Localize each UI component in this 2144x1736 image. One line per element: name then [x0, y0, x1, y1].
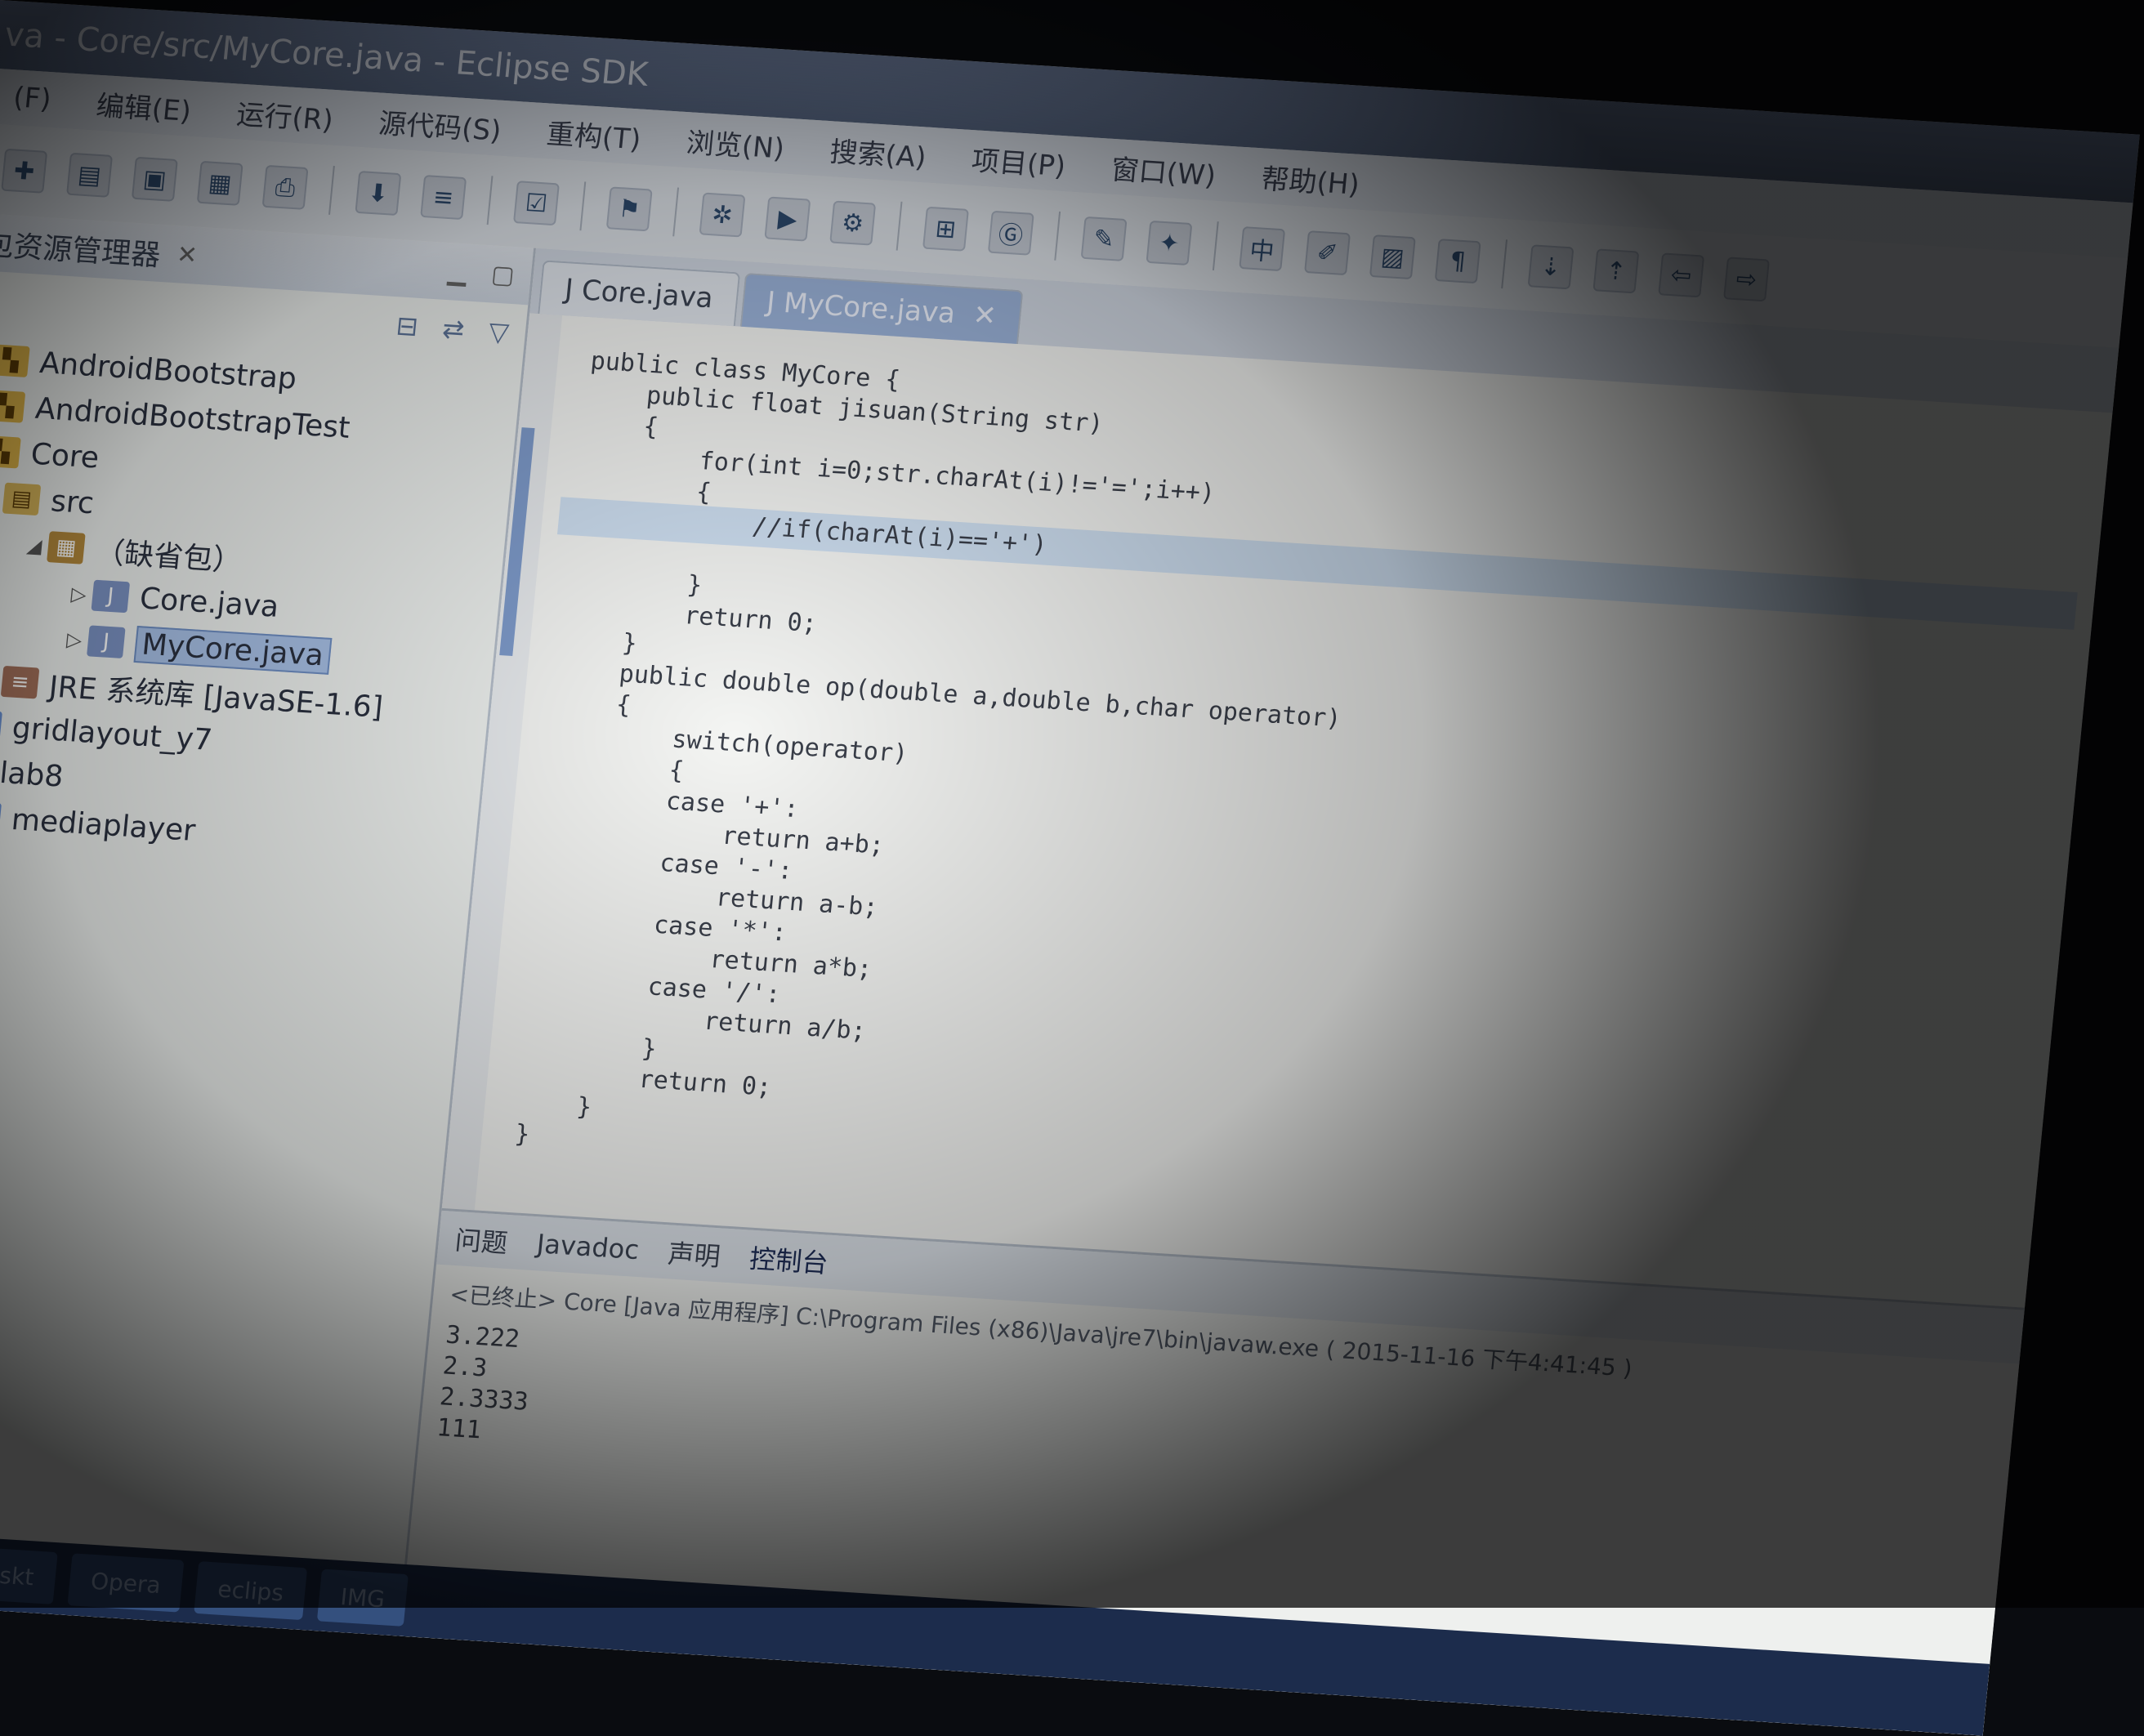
project-icon: ▚ — [0, 390, 26, 423]
expanded-chevron-icon[interactable]: ◢ — [20, 533, 50, 558]
view-menu-icon[interactable]: ▽ — [487, 315, 510, 347]
taskbar-item[interactable]: Deskt — [0, 1545, 58, 1604]
taskbar-item[interactable]: eclips — [194, 1561, 308, 1621]
tree-item-label: MyCore.java — [133, 625, 333, 675]
menu-navigate[interactable]: 浏览(N) — [685, 120, 787, 166]
menu-file[interactable]: (F) — [11, 81, 52, 116]
code-line: //if(charAt(i)=='+') — [574, 501, 1048, 560]
toolbar-separator — [579, 181, 587, 231]
collapse-all-icon[interactable]: ⊟ — [395, 310, 419, 342]
new-java-class-icon[interactable]: Ⓖ — [987, 210, 1034, 256]
toolbar-separator — [1212, 221, 1219, 270]
print-icon[interactable]: ⎙ — [261, 164, 309, 210]
show-whitespace-icon[interactable]: ¶ — [1434, 239, 1481, 284]
taskbar-item[interactable]: Opera — [67, 1553, 185, 1613]
menu-run[interactable]: 运行(R) — [235, 91, 336, 137]
build-icon[interactable]: ⬇ — [355, 171, 402, 216]
java-file-icon: J — [91, 579, 131, 614]
code-line: { — [549, 748, 686, 786]
search-icon[interactable]: ✦ — [1146, 220, 1193, 266]
code-line: { — [556, 686, 632, 721]
library-icon: ≡ — [0, 665, 40, 699]
tree-item-label: Core — [29, 437, 101, 475]
toolbar-separator — [486, 176, 494, 225]
task-icon[interactable]: ☑ — [512, 181, 560, 226]
code-line: { — [583, 408, 660, 442]
toolbar-separator — [1501, 239, 1508, 289]
tree-item-label: （缺省包） — [93, 535, 244, 578]
menu-edit[interactable]: 编辑(E) — [95, 83, 194, 128]
next-annotation-icon[interactable]: ⇣ — [1527, 244, 1574, 290]
code-line: } — [516, 1088, 593, 1122]
menu-search[interactable]: 搜索(A) — [829, 129, 928, 175]
code-line: } — [513, 1119, 531, 1149]
source-folder-icon: ▤ — [2, 482, 42, 516]
debug-icon[interactable]: ✲ — [699, 192, 746, 238]
code-line: } — [522, 1026, 659, 1064]
run-icon[interactable]: ▶ — [764, 196, 811, 242]
tree-item-label: gridlayout_y7 — [11, 711, 214, 757]
new-package-icon[interactable]: ⊞ — [922, 206, 969, 252]
project-icon: ▚ — [0, 435, 21, 469]
save-icon[interactable]: ▣ — [131, 156, 178, 202]
toolbar-separator — [328, 166, 335, 215]
taskbar-item[interactable]: IMG — [316, 1569, 409, 1627]
save-all-icon[interactable]: ▦ — [196, 160, 243, 206]
close-icon[interactable]: ✕ — [176, 240, 199, 270]
menu-help[interactable]: 帮助(H) — [1260, 156, 1362, 202]
package-explorer-title[interactable]: 包资源管理器 — [0, 221, 163, 274]
tab-label: MyCore.java — [782, 287, 957, 331]
build-all-icon[interactable]: ≡ — [420, 175, 467, 221]
tab-problems[interactable]: 问题 — [453, 1220, 509, 1261]
collapsed-chevron-icon[interactable]: ▷ — [64, 582, 94, 606]
java-perspective-icon[interactable]: 中 — [1239, 226, 1286, 272]
toolbar-separator — [1054, 211, 1061, 261]
link-with-editor-icon[interactable]: ⇄ — [441, 313, 466, 346]
eclipse-window: va - Core/src/MyCore.java - Eclipse SDK … — [0, 0, 2140, 1736]
menu-project[interactable]: 项目(P) — [970, 138, 1068, 184]
project-tree: ▚ AndroidBootstrap ▚ AndroidBootstrapTes… — [0, 327, 522, 871]
folder-icon: ▬ — [0, 709, 2, 743]
new-icon[interactable]: ✚ — [1, 148, 48, 194]
package-icon: ▦ — [47, 531, 86, 565]
tree-item-label: lab8 — [0, 756, 65, 794]
toolbar-separator — [672, 187, 680, 237]
toolbar-separator — [896, 201, 903, 251]
code-area[interactable]: public class MyCore { public float jisua… — [441, 313, 2113, 1307]
tab-declaration[interactable]: 声明 — [667, 1233, 722, 1274]
code-line: } — [568, 563, 704, 600]
new-class-icon[interactable]: ⚑ — [605, 186, 653, 232]
tree-item-label: src — [49, 484, 96, 520]
forward-icon[interactable]: ⇨ — [1723, 257, 1771, 302]
code-line: } — [561, 624, 639, 658]
tree-item-label: mediaplayer — [10, 802, 198, 848]
tab-console[interactable]: 控制台 — [748, 1238, 830, 1281]
open-type-icon[interactable]: ✎ — [1080, 216, 1128, 261]
close-tab-icon[interactable]: ✕ — [971, 299, 998, 333]
tab-label: Core.java — [580, 274, 715, 315]
menu-source[interactable]: 源代码(S) — [377, 100, 503, 148]
menu-window[interactable]: 窗口(W) — [1110, 146, 1218, 193]
toggle-mark-icon[interactable]: ✐ — [1304, 230, 1351, 276]
minimize-icon[interactable]: ▁ — [447, 257, 468, 287]
collapsed-chevron-icon[interactable]: ▷ — [60, 627, 90, 652]
tree-item-label: Core.java — [138, 581, 281, 624]
code-editor: J Core.java J MyCore.java ✕ public class… — [441, 248, 2119, 1308]
code-line: public double op(double a,double b,char … — [559, 655, 1342, 734]
maximize-icon[interactable]: ▢ — [490, 260, 516, 290]
external-tools-icon[interactable]: ⚙ — [829, 200, 877, 246]
folder-icon: ▬ — [0, 801, 2, 834]
tab-javadoc[interactable]: Javadoc — [535, 1228, 641, 1265]
java-file-icon: J — [87, 625, 126, 659]
menu-refactor[interactable]: 重构(T) — [545, 111, 643, 157]
prev-annotation-icon[interactable]: ⇡ — [1592, 248, 1640, 294]
open-icon[interactable]: ▤ — [66, 152, 114, 198]
project-icon: ▚ — [0, 344, 30, 377]
block-select-icon[interactable]: ▨ — [1369, 234, 1416, 280]
back-icon[interactable]: ⇦ — [1658, 252, 1705, 298]
